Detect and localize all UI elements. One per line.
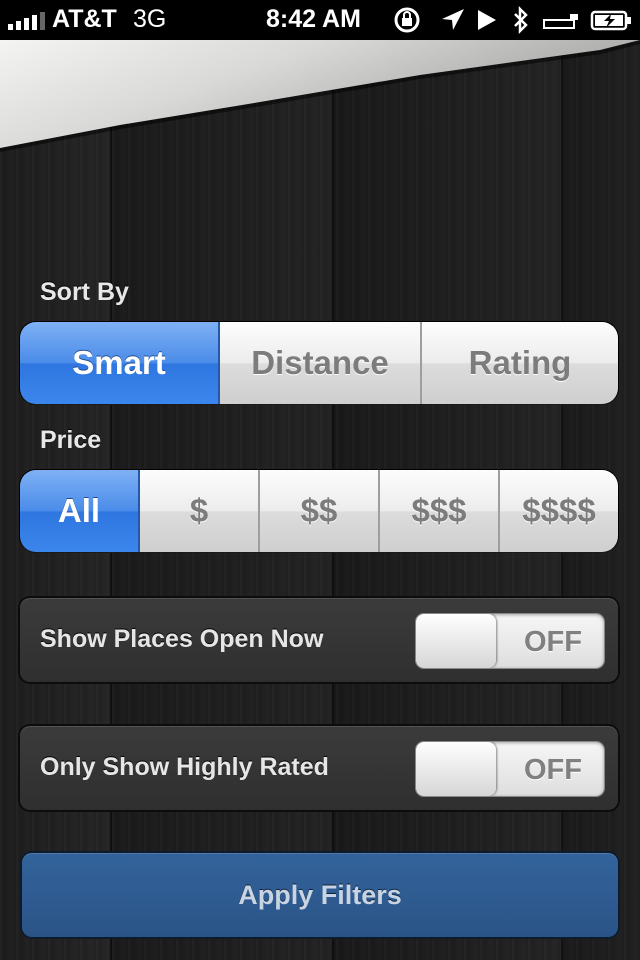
open-now-switch[interactable]: OFF: [416, 614, 604, 668]
charging-icon: [543, 14, 578, 29]
switch-state: OFF: [524, 626, 582, 658]
sort-rating-segment[interactable]: Rating: [422, 322, 618, 404]
signal-icon: [8, 10, 45, 30]
rotation-lock-icon: [394, 7, 420, 33]
apply-filters-button[interactable]: Apply Filters: [22, 853, 618, 937]
network-type: 3G: [133, 5, 167, 33]
location-icon: [442, 9, 464, 30]
sort-distance-segment[interactable]: Distance: [220, 322, 422, 404]
price-2-segment[interactable]: $$: [260, 470, 380, 552]
status-bar: AT&T 3G 8:42 AM: [0, 0, 640, 40]
battery-icon: [590, 10, 631, 31]
highly-rated-label: Only Show Highly Rated: [40, 753, 329, 781]
open-now-row: Show Places Open Now OFF: [20, 598, 618, 682]
sort-by-label: Sort By: [40, 278, 129, 306]
switch-knob[interactable]: [416, 614, 496, 668]
bluetooth-icon: [514, 6, 528, 34]
carrier-name: AT&T: [52, 5, 117, 33]
price-4-segment[interactable]: $$$$: [500, 470, 618, 552]
clock: 8:42 AM: [266, 5, 361, 33]
highly-rated-switch[interactable]: OFF: [416, 742, 604, 796]
open-now-label: Show Places Open Now: [40, 625, 324, 653]
price-3-segment[interactable]: $$$: [380, 470, 500, 552]
switch-knob[interactable]: [416, 742, 496, 796]
switch-state: OFF: [524, 754, 582, 786]
price-all-segment[interactable]: All: [20, 470, 140, 552]
price-segmented-control: All $ $$ $$$ $$$$: [20, 470, 618, 552]
price-1-segment[interactable]: $: [140, 470, 260, 552]
sort-smart-segment[interactable]: Smart: [20, 322, 220, 404]
price-label: Price: [40, 426, 102, 454]
sort-by-segmented-control: Smart Distance Rating: [20, 322, 618, 404]
play-icon: [478, 10, 496, 30]
highly-rated-row: Only Show Highly Rated OFF: [20, 726, 618, 810]
